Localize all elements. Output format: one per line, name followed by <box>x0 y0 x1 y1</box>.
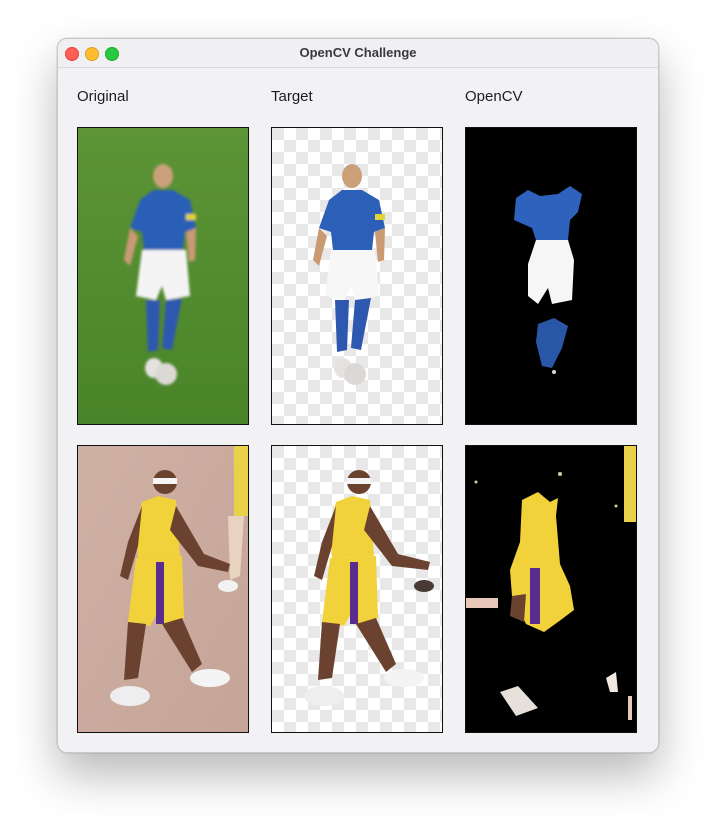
soccer-opencv-mask <box>466 128 636 424</box>
app-window: OpenCV Challenge Original Target OpenCV <box>57 38 659 753</box>
opencv-result-soccer <box>465 127 637 425</box>
basketball-opencv-mask <box>466 446 636 732</box>
column-label-opencv: OpenCV <box>465 88 523 105</box>
original-image-soccer <box>77 127 249 425</box>
opencv-result-basketball <box>465 445 637 733</box>
basketball-target-picture <box>272 446 442 732</box>
soccer-original-picture <box>78 128 248 424</box>
column-label-original: Original <box>77 88 129 105</box>
column-label-target: Target <box>271 88 313 105</box>
basketball-original-picture <box>78 446 248 732</box>
window-title: OpenCV Challenge <box>299 45 417 60</box>
original-image-basketball <box>77 445 249 733</box>
target-image-soccer <box>271 127 443 425</box>
soccer-target-picture <box>272 128 442 424</box>
title-bar: OpenCV Challenge <box>58 39 658 68</box>
target-image-basketball <box>271 445 443 733</box>
